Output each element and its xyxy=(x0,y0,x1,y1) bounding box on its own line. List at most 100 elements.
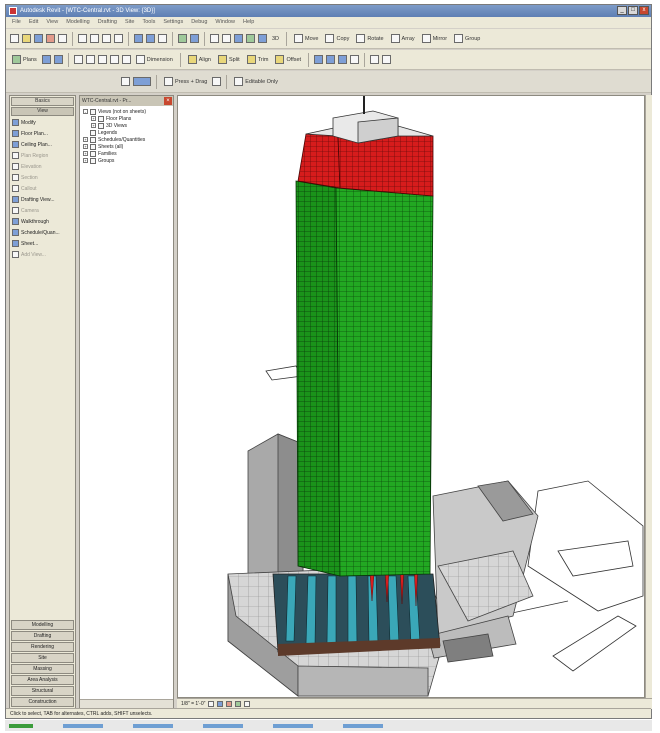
design-bar-item[interactable]: Elevation xyxy=(12,161,73,172)
minimize-button[interactable]: _ xyxy=(617,6,627,15)
menu-modelling[interactable]: Modelling xyxy=(66,17,90,28)
design-bar-item[interactable]: Ceiling Plan... xyxy=(12,139,73,150)
sheet-tool-icon[interactable] xyxy=(41,55,51,64)
select-icon[interactable] xyxy=(158,34,167,43)
design-bar-item[interactable]: Sheet... xyxy=(12,238,73,249)
cut-icon[interactable] xyxy=(78,34,87,43)
menu-view[interactable]: View xyxy=(46,17,58,28)
design-bar-tab[interactable]: Area Analysis xyxy=(11,675,74,685)
shadows-icon[interactable] xyxy=(226,701,233,707)
3d-view-label[interactable]: 3D xyxy=(270,32,281,46)
design-bar-item[interactable]: Camera xyxy=(12,205,73,216)
menu-help[interactable]: Help xyxy=(243,17,254,28)
close-browser-button[interactable]: × xyxy=(164,97,172,105)
text-icon[interactable] xyxy=(121,55,131,64)
trim-extend-icon[interactable] xyxy=(97,55,107,64)
browser-tree-node[interactable]: + Floor Plans xyxy=(83,115,173,122)
close-button[interactable]: x xyxy=(639,6,649,15)
menu-tools[interactable]: Tools xyxy=(142,17,155,28)
taskbar-item[interactable] xyxy=(343,723,383,728)
dynamic-view-icon[interactable] xyxy=(234,34,243,43)
expand-icon[interactable]: + xyxy=(83,151,88,156)
crop-view-icon[interactable] xyxy=(235,701,242,707)
shading-icon[interactable] xyxy=(246,34,255,43)
snap-icon[interactable] xyxy=(73,55,83,64)
browser-tree-node[interactable]: + Families xyxy=(83,150,173,157)
collapse-icon[interactable]: - xyxy=(83,109,88,114)
design-bar-item[interactable]: Plan Region xyxy=(12,150,73,161)
zoom-region-icon[interactable] xyxy=(210,34,219,43)
show-crop-icon[interactable] xyxy=(244,701,251,707)
measure-icon[interactable] xyxy=(178,34,187,43)
zoom-icon[interactable] xyxy=(222,34,231,43)
view-scale[interactable]: 1/8" = 1'-0" xyxy=(181,701,205,707)
filter-icon[interactable] xyxy=(53,55,63,64)
taskbar-item[interactable] xyxy=(273,723,313,728)
vertical-scrollbar[interactable] xyxy=(645,95,652,698)
editable-only-checkbox[interactable]: Editable Only xyxy=(232,75,280,89)
open-folder-icon[interactable] xyxy=(22,34,31,43)
rotate-tool[interactable]: Rotate xyxy=(354,32,385,46)
pick-icon[interactable] xyxy=(85,55,95,64)
design-bar-item[interactable]: Callout xyxy=(12,183,73,194)
offset-tool[interactable]: Offset xyxy=(273,53,303,67)
horizontal-scrollbar[interactable] xyxy=(80,699,173,708)
start-button[interactable] xyxy=(9,723,33,728)
browser-tree-node[interactable]: + Sheets (all) xyxy=(83,143,173,150)
expand-icon[interactable]: + xyxy=(91,123,96,128)
taskbar-item[interactable] xyxy=(63,723,103,728)
tab-view[interactable]: View xyxy=(11,107,74,116)
expand-icon[interactable]: + xyxy=(83,158,88,163)
design-bar-item[interactable]: Modify xyxy=(12,117,73,128)
design-bar-tab[interactable]: Site xyxy=(11,653,74,663)
filter-selection-icon[interactable] xyxy=(212,77,222,86)
copy-tool[interactable]: Copy xyxy=(323,32,351,46)
mirror-tool[interactable]: Mirror xyxy=(420,32,449,46)
expand-icon[interactable]: + xyxy=(83,144,88,149)
grid-icon[interactable] xyxy=(190,34,199,43)
print-preview-icon[interactable] xyxy=(58,34,67,43)
options-arrow-icon[interactable] xyxy=(121,77,130,86)
3d-view-canvas[interactable] xyxy=(177,95,645,698)
save-icon[interactable] xyxy=(34,34,43,43)
default-3d-view-icon[interactable] xyxy=(258,34,267,43)
tag-icon[interactable] xyxy=(109,55,119,64)
unpin-icon[interactable] xyxy=(326,55,336,64)
browser-tree-node[interactable]: + Schedules/Quantities xyxy=(83,136,173,143)
menu-window[interactable]: Window xyxy=(215,17,235,28)
align-tool[interactable]: Align xyxy=(186,53,213,67)
delete-icon[interactable] xyxy=(350,55,360,64)
select-mode-icon[interactable] xyxy=(133,77,151,86)
maximize-button[interactable]: □ xyxy=(628,6,638,15)
undo-icon[interactable] xyxy=(134,34,143,43)
expand-icon[interactable]: + xyxy=(91,116,96,121)
lock-icon[interactable] xyxy=(314,55,324,64)
expand-icon[interactable]: + xyxy=(83,137,88,142)
new-file-icon[interactable] xyxy=(10,34,19,43)
design-bar-item[interactable]: Drafting View... xyxy=(12,194,73,205)
browser-tree-node[interactable]: +3D Views xyxy=(83,122,173,129)
menu-drafting[interactable]: Drafting xyxy=(98,17,117,28)
browser-tree-node[interactable]: Legends xyxy=(83,129,173,136)
browser-tree-node[interactable]: + Groups xyxy=(83,157,173,164)
dimension-tool[interactable]: Dimension xyxy=(134,53,175,67)
design-bar-item[interactable]: Section xyxy=(12,172,73,183)
taskbar-item[interactable] xyxy=(203,723,243,728)
design-bar-item[interactable]: Walkthrough xyxy=(12,216,73,227)
trim-tool[interactable]: Trim xyxy=(245,53,271,67)
model-graphics-style-icon[interactable] xyxy=(217,701,224,707)
plans-tool[interactable]: Plans xyxy=(10,53,39,67)
design-bar-tab[interactable]: Rendering xyxy=(11,642,74,652)
menu-edit[interactable]: Edit xyxy=(29,17,38,28)
menu-debug[interactable]: Debug xyxy=(191,17,207,28)
move-tool[interactable]: Move xyxy=(292,32,320,46)
menu-settings[interactable]: Settings xyxy=(163,17,183,28)
paste-icon[interactable] xyxy=(102,34,111,43)
group-tool[interactable]: Group xyxy=(452,32,482,46)
detail-level-icon[interactable] xyxy=(208,701,215,707)
design-bar-tab[interactable]: Drafting xyxy=(11,631,74,641)
show-hidden-icon[interactable] xyxy=(370,55,380,64)
design-bar-tab[interactable]: Construction xyxy=(11,697,74,707)
design-bar-tab[interactable]: Modelling xyxy=(11,620,74,630)
design-bar-item[interactable]: Floor Plan... xyxy=(12,128,73,139)
